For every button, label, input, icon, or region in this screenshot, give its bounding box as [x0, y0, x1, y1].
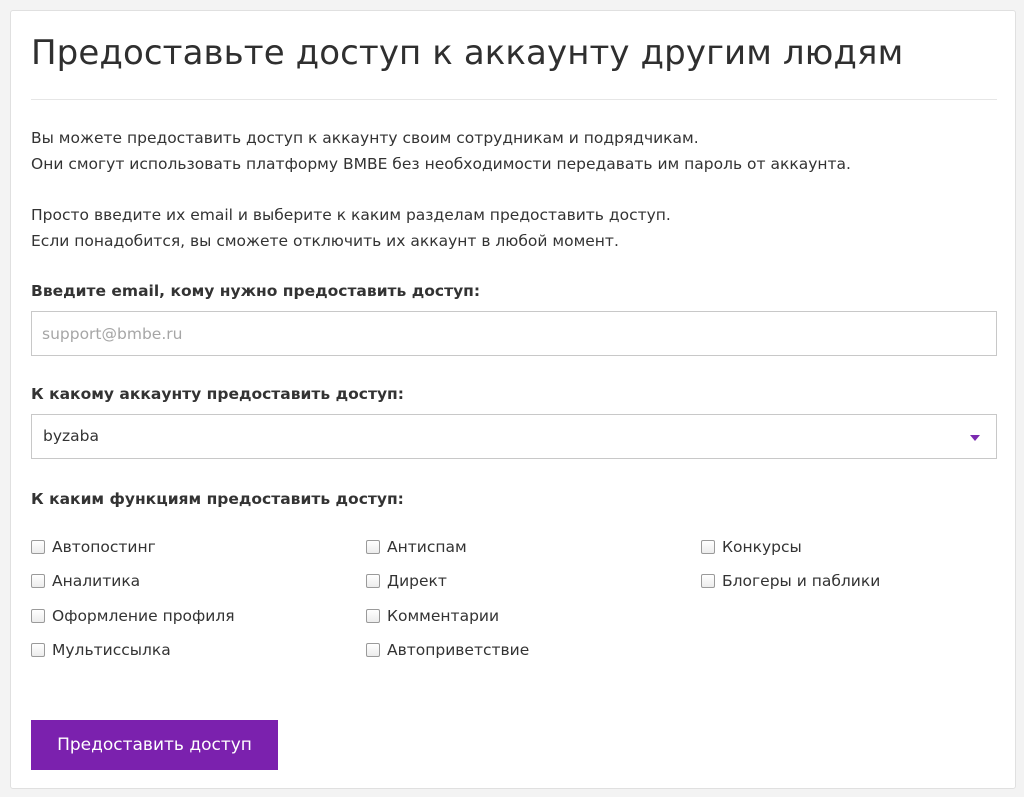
checkbox-icon[interactable] [31, 540, 45, 554]
checkbox-icon[interactable] [31, 574, 45, 588]
checkbox-label: Комментарии [387, 607, 500, 625]
intro-line-3: Просто введите их email и выберите к как… [31, 206, 671, 224]
intro-line-1: Вы можете предоставить доступ к аккаунту… [31, 129, 699, 147]
checkbox-comments[interactable]: Комментарии [366, 607, 499, 625]
checkbox-profile-design[interactable]: Оформление профиля [31, 607, 235, 625]
checkbox-autoposting[interactable]: Автопостинг [31, 538, 156, 556]
page-title: Предоставьте доступ к аккаунту другим лю… [31, 33, 904, 73]
checkbox-contests[interactable]: Конкурсы [701, 538, 802, 556]
checkbox-icon[interactable] [366, 540, 380, 554]
checkbox-multilink[interactable]: Мультиссылка [31, 641, 171, 659]
checkbox-autogreeting[interactable]: Автоприветствие [366, 641, 529, 659]
grant-access-button[interactable]: Предоставить доступ [31, 720, 278, 770]
checkbox-direct[interactable]: Директ [366, 572, 447, 590]
email-label: Введите email, кому нужно предоставить д… [31, 282, 481, 300]
checkbox-icon[interactable] [701, 574, 715, 588]
intro-line-2: Они смогут использовать платформу BMBE б… [31, 155, 851, 173]
account-select[interactable]: byzaba [31, 414, 997, 459]
checkbox-antispam[interactable]: Антиспам [366, 538, 467, 556]
checkbox-label: Аналитика [52, 572, 141, 590]
checkbox-label: Оформление профиля [52, 607, 235, 625]
email-input[interactable] [32, 312, 996, 355]
account-label: К какому аккаунту предоставить доступ: [31, 385, 404, 403]
checkbox-icon[interactable] [31, 609, 45, 623]
intro-paragraph-1: Вы можете предоставить доступ к аккаунту… [31, 125, 851, 177]
checkbox-label: Конкурсы [722, 538, 802, 556]
access-card: Предоставьте доступ к аккаунту другим лю… [10, 10, 1016, 789]
checkbox-label: Автоприветствие [387, 641, 530, 659]
checkbox-label: Антиспам [387, 538, 467, 556]
checkbox-icon[interactable] [366, 609, 380, 623]
dropdown-arrow-icon [970, 435, 980, 441]
checkbox-label: Автопостинг [52, 538, 156, 556]
account-select-value: byzaba [43, 427, 99, 445]
checkbox-label: Мультиссылка [52, 641, 171, 659]
checkbox-icon[interactable] [31, 643, 45, 657]
email-field-wrapper [31, 311, 997, 356]
title-divider [31, 99, 997, 100]
checkbox-label: Блогеры и паблики [722, 572, 881, 590]
intro-paragraph-2: Просто введите их email и выберите к как… [31, 202, 671, 254]
checkbox-icon[interactable] [366, 574, 380, 588]
checkbox-icon[interactable] [701, 540, 715, 554]
checkbox-bloggers[interactable]: Блогеры и паблики [701, 572, 880, 590]
intro-line-4: Если понадобится, вы сможете отключить и… [31, 232, 619, 250]
checkbox-icon[interactable] [366, 643, 380, 657]
functions-label: К каким функциям предоставить доступ: [31, 490, 404, 508]
checkbox-analytics[interactable]: Аналитика [31, 572, 140, 590]
checkbox-label: Директ [387, 572, 447, 590]
